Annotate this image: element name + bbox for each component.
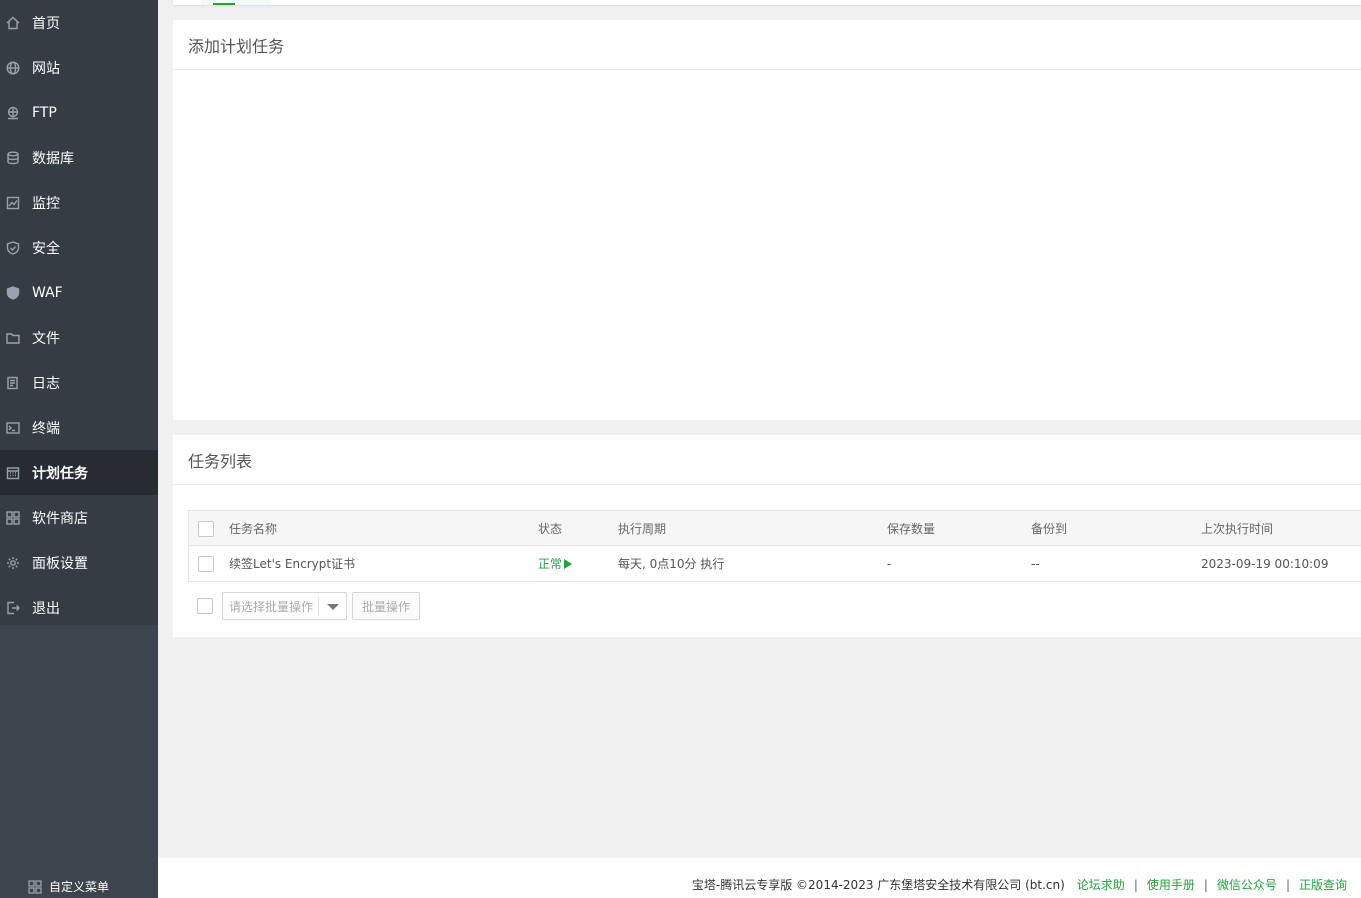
select-divider	[318, 597, 319, 615]
sidebar-item-monitor[interactable]: 监控	[0, 180, 158, 225]
sidebar-item-label: 日志	[32, 375, 60, 392]
gear-icon	[6, 556, 20, 570]
column-header: 上次执行时间	[1201, 522, 1274, 536]
task-save-count: -	[887, 556, 892, 571]
ftp-icon	[6, 106, 20, 120]
sidebar-item-ftp[interactable]: FTP	[0, 90, 158, 135]
sidebar-item-label: 软件商店	[32, 510, 88, 527]
footer-link-forum[interactable]: 论坛求助	[1077, 876, 1125, 893]
shield-icon	[6, 240, 20, 255]
footer-divider: |	[1285, 877, 1290, 892]
sidebar-item-label: 文件	[32, 330, 60, 347]
task-status-label: 正常	[538, 557, 563, 571]
footer-divider: |	[1203, 877, 1208, 892]
database-icon	[6, 151, 20, 165]
apps-grid-icon	[6, 510, 20, 525]
globe-icon	[6, 60, 20, 75]
sidebar: 首页 网站 FTP 数据库 监控 安全 WAF 文件 日志 终端 计划任务 软件…	[0, 0, 158, 898]
sidebar-item-website[interactable]: 网站	[0, 45, 158, 90]
footer-link-license[interactable]: 正版查询	[1299, 876, 1347, 893]
log-icon	[6, 376, 20, 390]
sidebar-item-cron[interactable]: 计划任务	[0, 450, 158, 495]
waf-shield-icon	[6, 285, 20, 300]
batch-operation-button[interactable]: 批量操作	[352, 592, 421, 620]
column-header: 保存数量	[887, 522, 936, 536]
logout-icon	[6, 601, 20, 615]
task-status-toggle[interactable]: 正常	[538, 546, 573, 581]
row-checkbox[interactable]	[198, 555, 214, 572]
select-all-checkbox-cell	[198, 511, 214, 546]
batch-select-placeholder: 请选择批量操作	[229, 599, 314, 614]
column-header: 任务名称	[229, 522, 278, 536]
column-header: 状态	[538, 522, 563, 536]
sidebar-item-files[interactable]: 文件	[0, 315, 158, 360]
terminal-icon	[6, 421, 20, 435]
task-name[interactable]: 续签Let's Encrypt证书	[229, 546, 355, 581]
sidebar-item-logs[interactable]: 日志	[0, 360, 158, 405]
custom-menu-label: 自定义菜单	[49, 880, 110, 894]
sidebar-item-label: 计划任务	[32, 465, 88, 482]
sidebar-item-settings[interactable]: 面板设置	[0, 540, 158, 585]
task-backup-to: --	[1031, 556, 1040, 571]
add-task-panel: 添加计划任务	[173, 20, 1361, 420]
task-table: 任务名称 状态 执行周期 保存数量 备份到 上次执行时间 续签Let's Enc…	[188, 510, 1361, 582]
sidebar-item-label: 网站	[32, 60, 60, 77]
sidebar-item-logout[interactable]: 退出	[0, 585, 158, 630]
panel-title: 任务列表	[173, 435, 1361, 485]
footer-divider: |	[1133, 877, 1138, 892]
custom-menu-button[interactable]: 自定义菜单	[28, 878, 109, 895]
task-cycle: 每天, 0点10分 执行	[618, 557, 725, 571]
sidebar-item-label: FTP	[32, 104, 57, 121]
task-list-panel: 任务列表 任务名称 状态 执行周期 保存数量 备份到 上次执行时间 续签Let'…	[173, 435, 1361, 637]
panel-title: 添加计划任务	[173, 20, 1361, 70]
sidebar-item-label: 数据库	[32, 150, 74, 167]
chevron-down-icon	[327, 604, 339, 610]
sidebar-menu: 首页 网站 FTP 数据库 监控 安全 WAF 文件 日志 终端 计划任务 软件…	[0, 0, 158, 625]
batch-actions: 请选择批量操作 批量操作	[197, 592, 421, 620]
sidebar-item-label: 首页	[32, 15, 60, 32]
sidebar-item-security[interactable]: 安全	[0, 225, 158, 270]
sidebar-item-label: 安全	[32, 240, 60, 257]
sidebar-item-label: WAF	[32, 284, 63, 301]
folder-icon	[6, 331, 20, 345]
batch-select-all-checkbox[interactable]	[197, 598, 213, 614]
footer-link-manual[interactable]: 使用手册	[1147, 876, 1195, 893]
footer-copyright: 宝塔-腾讯云专享版 ©2014-2023 广东堡塔安全技术有限公司 (bt.cn…	[691, 878, 1065, 892]
top-tab-indicator	[213, 3, 235, 5]
sidebar-item-label: 退出	[32, 600, 60, 617]
sidebar-item-label: 面板设置	[32, 555, 88, 572]
table-row: 续签Let's Encrypt证书 正常 每天, 0点10分 执行 - -- 2…	[189, 546, 1361, 581]
footer-content: 宝塔-腾讯云专享版 ©2014-2023 广东堡塔安全技术有限公司 (bt.cn…	[692, 876, 1347, 893]
play-icon	[564, 558, 573, 569]
table-header: 任务名称 状态 执行周期 保存数量 备份到 上次执行时间	[189, 511, 1361, 546]
top-tab-active[interactable]	[201, 0, 271, 5]
column-header: 执行周期	[618, 522, 667, 536]
batch-operation-select[interactable]: 请选择批量操作	[222, 592, 347, 620]
grid-settings-icon	[28, 879, 42, 894]
footer: 宝塔-腾讯云专享版 ©2014-2023 广东堡塔安全技术有限公司 (bt.cn…	[158, 858, 1361, 898]
sidebar-item-home[interactable]: 首页	[0, 0, 158, 45]
row-checkbox-cell	[198, 546, 214, 581]
footer-link-wechat[interactable]: 微信公众号	[1217, 876, 1277, 893]
sidebar-item-label: 监控	[32, 195, 60, 212]
sidebar-item-waf[interactable]: WAF	[0, 270, 158, 315]
top-tab-bar	[173, 0, 1361, 5]
sidebar-item-database[interactable]: 数据库	[0, 135, 158, 180]
sidebar-item-label: 终端	[32, 420, 60, 437]
column-header: 备份到	[1031, 522, 1068, 536]
select-all-checkbox[interactable]	[198, 520, 214, 537]
monitor-chart-icon	[6, 196, 20, 210]
sidebar-item-terminal[interactable]: 终端	[0, 405, 158, 450]
task-last-run: 2023-09-19 00:10:09	[1201, 556, 1329, 571]
home-icon	[6, 16, 20, 30]
sidebar-item-store[interactable]: 软件商店	[0, 495, 158, 540]
calendar-icon	[6, 466, 20, 480]
